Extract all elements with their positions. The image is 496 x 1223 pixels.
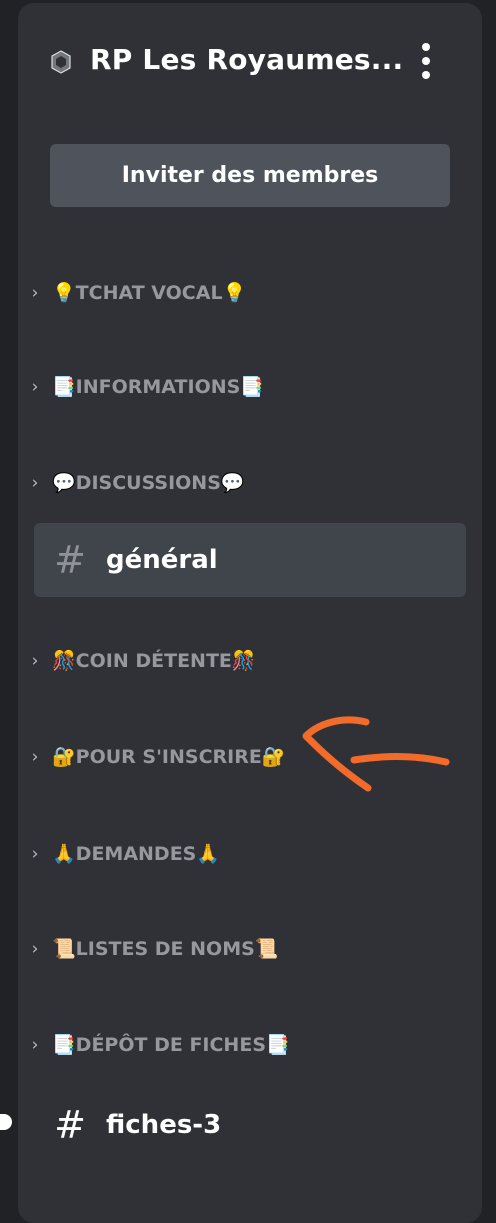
lightbulb-icon: 💡 [52,281,76,304]
speech-bubble-icon: 💬 [52,471,76,494]
category-listes-de-noms[interactable]: › 📜 LISTES DE NOMS 📜 [26,929,466,969]
server-settings-icon [51,50,71,74]
category-label: DÉPÔT DE FICHES [75,1034,266,1056]
speech-bubble-icon: 💬 [220,471,245,494]
chevron-right-icon: › [31,1035,39,1055]
category-label: INFORMATIONS [75,376,241,398]
category-label: TCHAT VOCAL [75,282,223,304]
scroll-icon: 📜 [52,937,76,960]
channel-name: fiches-3 [106,1110,222,1140]
chevron-right-icon: › [31,473,39,493]
channel-fiches-3[interactable]: # fiches-3 [34,1088,466,1162]
folded-hands-icon: 🙏 [196,842,221,865]
hash-icon: # [54,538,86,582]
lightbulb-icon: 💡 [222,281,247,304]
category-label: DISCUSSIONS [75,472,221,494]
category-informations[interactable]: › 📑 INFORMATIONS 📑 [26,367,466,407]
unread-indicator [0,1114,12,1130]
category-discussions[interactable]: › 💬 DISCUSSIONS 💬 [26,463,466,503]
category-label: DEMANDES [75,843,197,865]
confetti-icon: 🎊 [52,649,76,672]
bookmark-tabs-icon: 📑 [52,375,76,398]
channel-general[interactable]: # général [34,523,466,597]
kebab-menu-icon[interactable] [414,43,438,83]
category-label: LISTES DE NOMS [75,938,255,960]
category-label: COIN DÉTENTE [75,650,232,672]
category-label: POUR S'INSCRIRE [75,746,262,768]
chevron-right-icon: › [31,377,39,397]
category-coin-detente[interactable]: › 🎊 COIN DÉTENTE 🎊 [26,641,466,681]
category-demandes[interactable]: › 🙏 DEMANDES 🙏 [26,834,466,874]
chevron-right-icon: › [31,939,39,959]
category-depot-de-fiches[interactable]: › 📑 DÉPÔT DE FICHES 📑 [26,1025,466,1065]
lock-with-key-icon: 🔐 [261,745,286,768]
bookmark-tabs-icon: 📑 [266,1033,290,1056]
server-header[interactable]: RP Les Royaumes... [18,3,482,113]
bookmark-tabs-icon: 📑 [240,375,264,398]
channel-name: général [106,545,218,575]
confetti-icon: 🎊 [231,649,256,672]
invite-members-button[interactable]: Inviter des membres [50,144,450,207]
chevron-right-icon: › [31,651,39,671]
bookmark-tabs-icon: 📑 [52,1033,76,1056]
category-tchat-vocal[interactable]: › 💡 TCHAT VOCAL 💡 [26,273,466,313]
scroll-icon: 📜 [254,937,279,960]
server-title: RP Les Royaumes... [90,43,404,76]
hash-icon: # [54,1103,86,1147]
lock-with-key-icon: 🔐 [52,745,76,768]
chevron-right-icon: › [31,747,39,767]
category-pour-sinscrire[interactable]: › 🔐 POUR S'INSCRIRE 🔐 [26,737,466,777]
chevron-right-icon: › [31,844,39,864]
channel-sidebar: RP Les Royaumes... Inviter des membres ›… [18,3,482,1223]
chevron-right-icon: › [31,283,39,303]
folded-hands-icon: 🙏 [52,842,76,865]
